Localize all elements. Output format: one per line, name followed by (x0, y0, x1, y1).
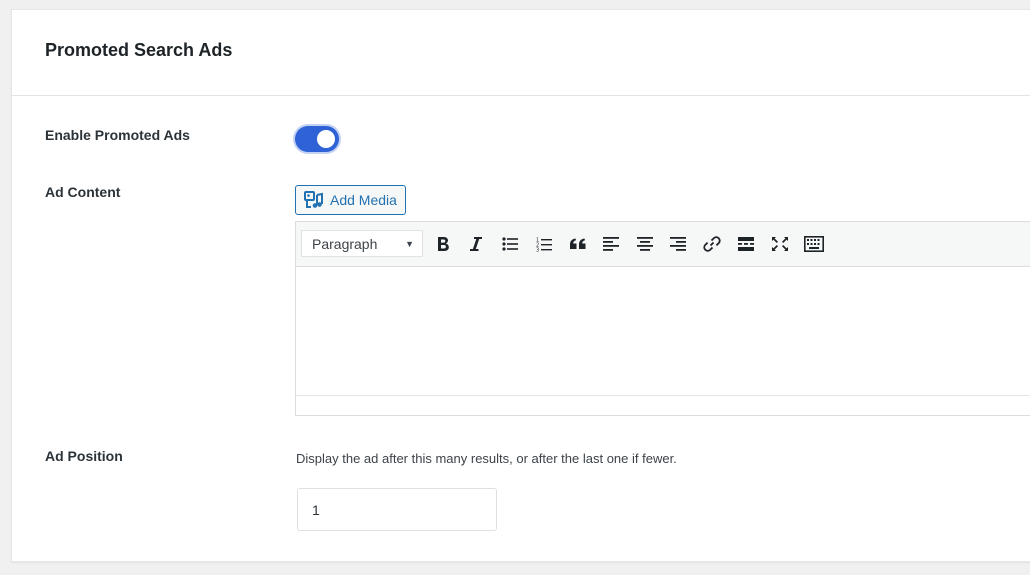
link-icon (703, 235, 721, 253)
align-left-button[interactable] (598, 231, 624, 257)
position-label: Ad Position (45, 448, 123, 464)
align-center-button[interactable] (632, 231, 658, 257)
settings-card: Promoted Search Ads Enable Promoted Ads … (11, 9, 1030, 562)
bulleted-list-icon (502, 237, 518, 251)
read-more-icon (737, 237, 755, 251)
card-header: Promoted Search Ads (12, 10, 1030, 96)
editor-content-area[interactable] (296, 267, 1030, 395)
fullscreen-button[interactable] (767, 231, 793, 257)
format-select-value: Paragraph (312, 235, 378, 252)
chevron-down-icon: ▼ (405, 239, 414, 249)
editor-toolbar: Paragraph ▼ 123 (296, 222, 1030, 267)
blockquote-icon (569, 238, 587, 250)
bold-button[interactable] (430, 231, 456, 257)
media-icon (304, 191, 324, 209)
bold-icon (436, 236, 450, 252)
toggle-knob (317, 130, 335, 148)
align-right-icon (670, 237, 686, 251)
enable-label: Enable Promoted Ads (45, 127, 190, 143)
position-description: Display the ad after this many results, … (296, 451, 677, 466)
numbered-list-icon: 123 (536, 237, 552, 252)
add-media-button[interactable]: Add Media (295, 185, 406, 215)
editor-status-bar (296, 395, 1030, 415)
bulleted-list-button[interactable] (497, 231, 523, 257)
add-media-label: Add Media (330, 192, 397, 208)
align-right-button[interactable] (665, 231, 691, 257)
blockquote-button[interactable] (565, 231, 591, 257)
toolbar-toggle-button[interactable] (801, 231, 827, 257)
enable-toggle[interactable] (295, 126, 339, 152)
fullscreen-icon (771, 236, 789, 252)
italic-icon (469, 236, 483, 252)
align-center-icon (637, 237, 653, 251)
content-label: Ad Content (45, 184, 121, 200)
position-input[interactable] (297, 488, 497, 531)
align-left-icon (603, 237, 619, 251)
card-title: Promoted Search Ads (45, 40, 233, 60)
italic-button[interactable] (463, 231, 489, 257)
format-select[interactable]: Paragraph ▼ (301, 230, 423, 257)
toolbar-toggle-icon (804, 236, 824, 252)
read-more-button[interactable] (733, 231, 759, 257)
link-button[interactable] (699, 231, 725, 257)
numbered-list-button[interactable]: 123 (531, 231, 557, 257)
rich-text-editor: Paragraph ▼ 123 (295, 221, 1030, 416)
svg-text:3: 3 (536, 247, 539, 252)
